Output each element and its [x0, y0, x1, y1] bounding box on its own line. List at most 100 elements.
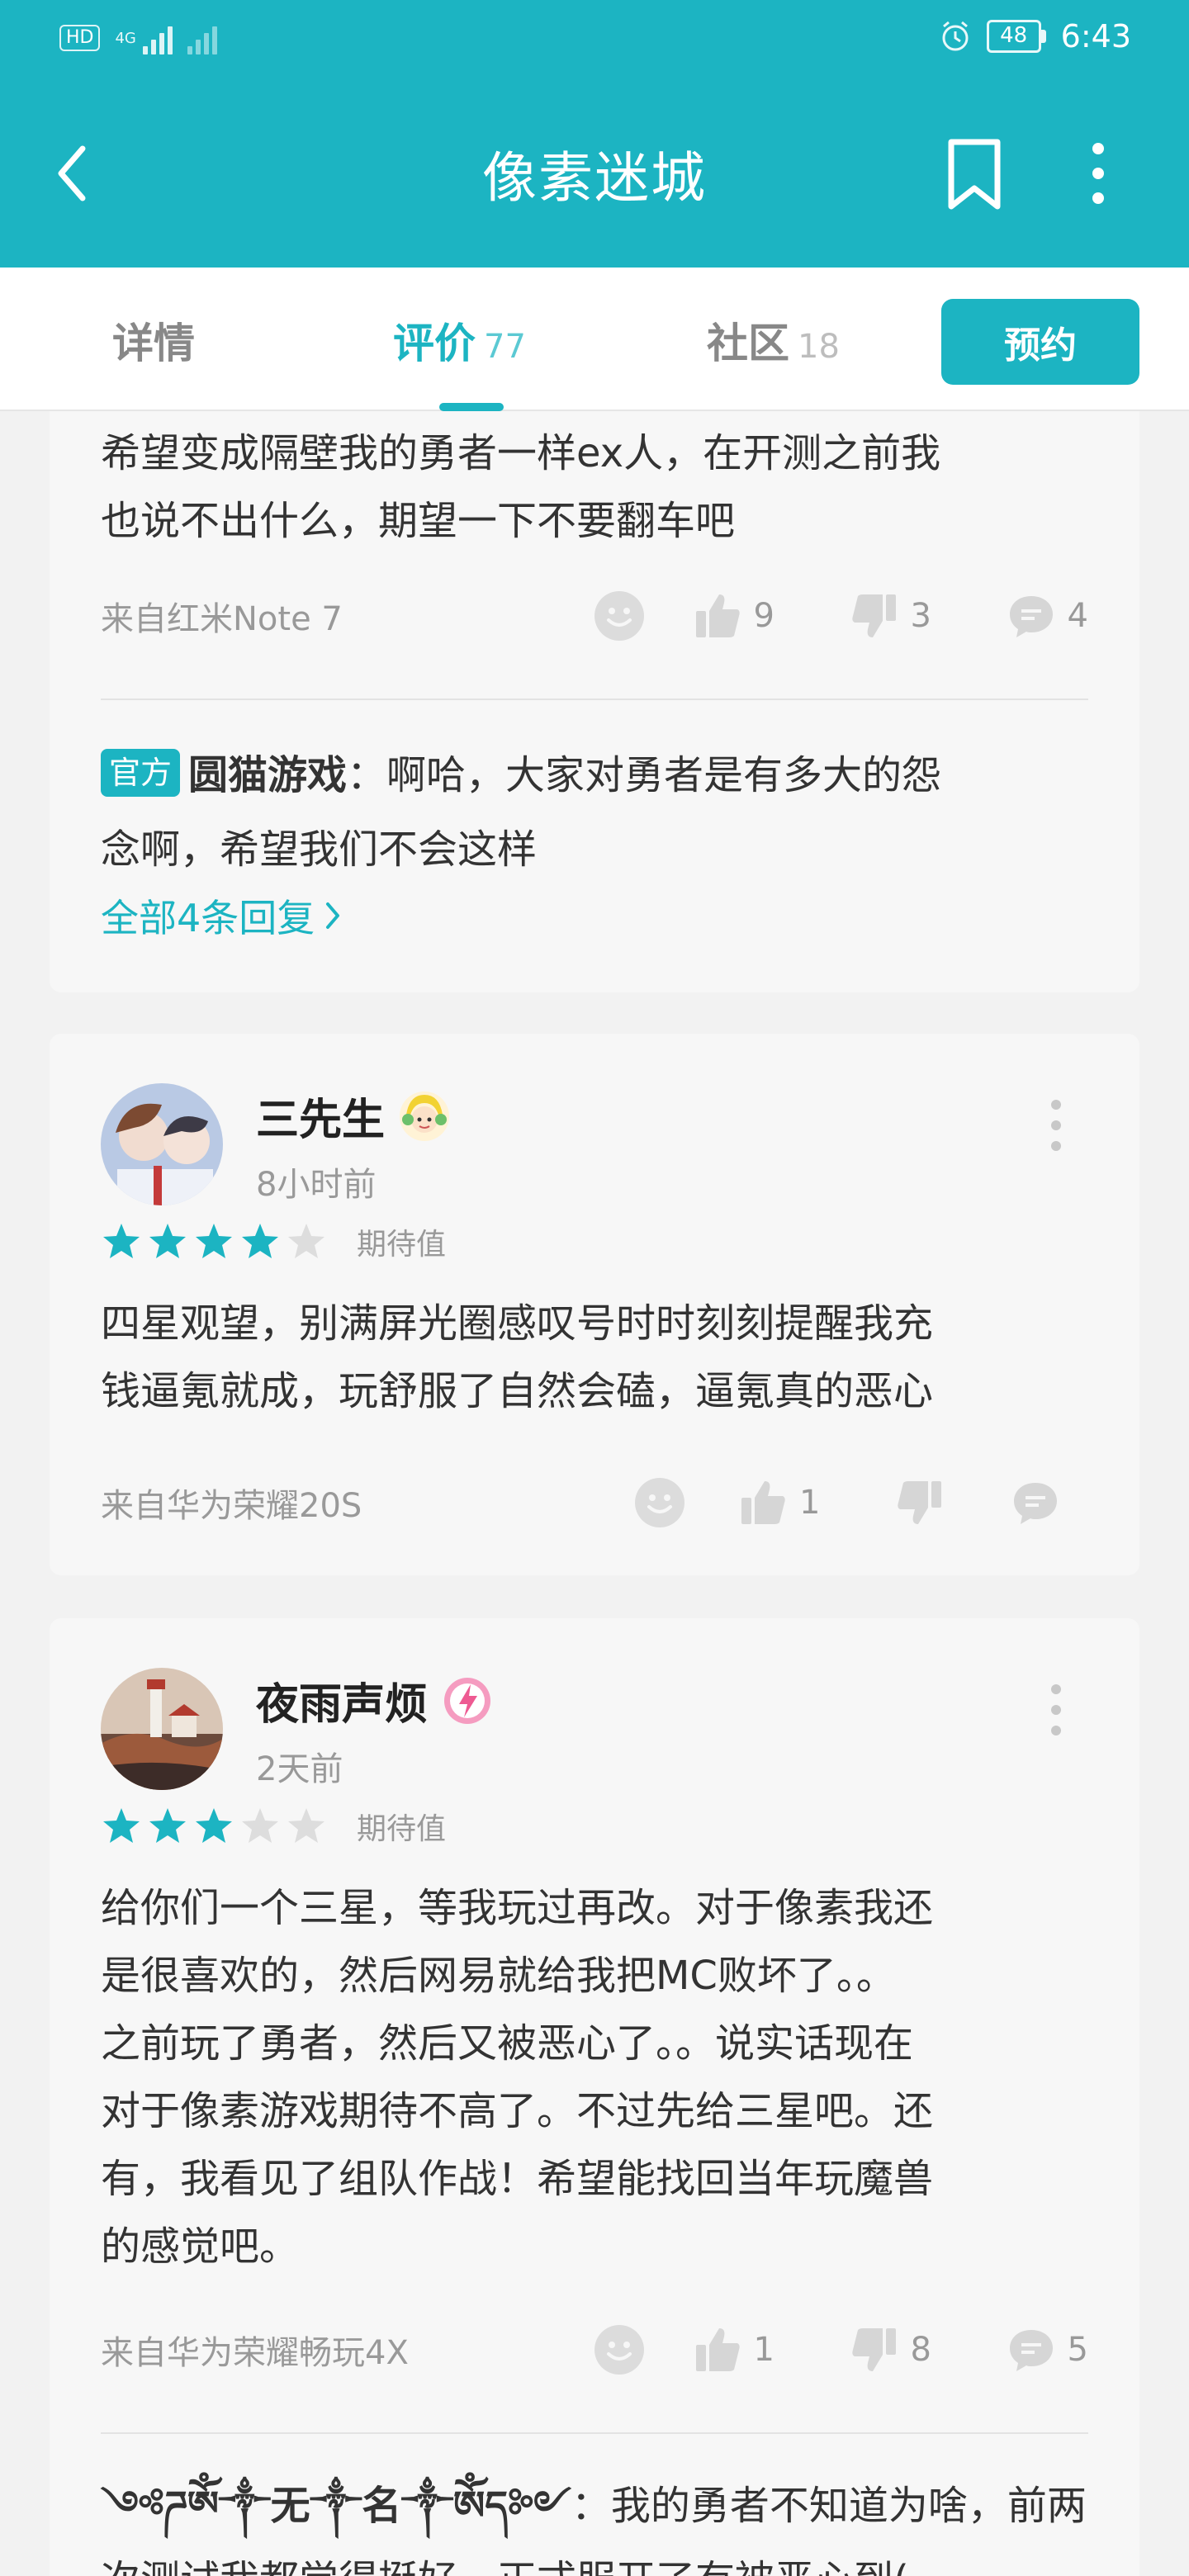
review-meta: 来自华为荣耀畅玩4X 1 8 5 [101, 2325, 1088, 2375]
review-text-line: 给你们一个三星，等我玩过再改。对于像素我还 [101, 1885, 934, 1931]
reply-author[interactable]: 圆猫游戏 [188, 752, 347, 798]
comment-button[interactable]: 5 [1007, 2327, 1088, 2373]
hd-indicator: HD [59, 25, 101, 51]
review-text-line: 四星观望，别满屏光圈感叹号时时刻刻提醒我充 [101, 1300, 934, 1347]
review-text-line: 希望变成隔壁我的勇者一样ex人，在开测之前我 [101, 430, 941, 476]
reply-author[interactable]: ༺ཌༀ༒无༒名༒ༀད༻ [101, 2483, 571, 2529]
reserve-button[interactable]: 预约 [941, 299, 1139, 385]
avatar[interactable] [101, 1083, 223, 1205]
network-type: 4G [115, 29, 136, 47]
emoji-icon [594, 591, 644, 641]
star-rating [101, 1221, 327, 1262]
user-reply[interactable]: ༺ཌༀ༒无༒名༒ༀད༻：我的勇者不知道为啥，前两 次测试我都觉得挺好，正式服开了… [101, 2469, 1088, 2576]
thumbs-up-icon [741, 1481, 785, 1524]
dislike-button[interactable]: 3 [850, 591, 1007, 641]
tab-count: 18 [798, 328, 840, 366]
page-title: 像素迷城 [482, 146, 707, 210]
thumbs-down-icon [851, 2328, 896, 2371]
more-vertical-icon[interactable] [1073, 140, 1123, 206]
rating-row: 期待值 [101, 1219, 446, 1265]
review-card: 希望变成隔壁我的勇者一样ex人，在开测之前我 也说不出什么，期望一下不要翻车吧 … [50, 411, 1139, 992]
alarm-icon [942, 21, 969, 51]
comment-count: 5 [1067, 2331, 1088, 2369]
thumbs-up-icon [695, 2328, 740, 2371]
star-icon [288, 1808, 324, 1843]
avatar[interactable] [101, 1668, 223, 1790]
more-options-icon[interactable] [1044, 1096, 1068, 1154]
divider [101, 698, 1088, 700]
star-icon [103, 1808, 140, 1843]
tab-reviews[interactable]: 评价 77 [393, 310, 526, 370]
reply-line: 官方 圆猫游戏：啊哈，大家对勇者是有多大的怨 [101, 738, 1088, 812]
review-author: 夜雨声烦 2天前 [101, 1668, 1088, 1800]
more-options-icon[interactable] [1044, 1681, 1068, 1739]
status-left: HD 4G [59, 21, 217, 54]
user-badge-icon [444, 1677, 491, 1724]
official-reply[interactable]: 官方 圆猫游戏：啊哈，大家对勇者是有多大的怨 念啊，希望我们不会这样 全部4条回复 [101, 738, 1088, 943]
like-count: 1 [753, 2331, 775, 2369]
review-meta: 来自华为荣耀20S 1 [101, 1478, 1088, 1527]
star-icon [196, 1224, 232, 1258]
emoji-button[interactable] [594, 590, 693, 642]
clock: 6:43 [1060, 18, 1131, 54]
star-icon [103, 1224, 140, 1258]
tab-count: 77 [484, 328, 526, 366]
bookmark-icon[interactable] [941, 137, 1007, 211]
review-time: 8小时前 [256, 1166, 377, 1204]
thumbs-up-icon [695, 594, 740, 637]
reply-text-line: 念啊，希望我们不会这样 [101, 826, 538, 873]
app-header: 像素迷城 [0, 83, 1189, 268]
reply-text: ：我的勇者不知道为啥，前两 [571, 2483, 1087, 2529]
tab-details[interactable]: 详情 [112, 310, 195, 370]
review-text-line: 是很喜欢的，然后网易就给我把MC败坏了。。 [101, 1953, 896, 1999]
dislike-button[interactable] [895, 1478, 1011, 1527]
user-badge-icon [400, 1091, 450, 1141]
username[interactable]: 三先生 [256, 1085, 451, 1147]
review-text-line: 钱逼氪就成，玩舒服了自然会磕，逼氪真的恶心 [101, 1368, 934, 1414]
comment-icon [1009, 2330, 1053, 2371]
review-text-line: 有，我看见了组队作战！希望能找回当年玩魔兽 [101, 2156, 934, 2202]
comment-count: 4 [1067, 597, 1088, 635]
tab-bar: 详情 评价 77 社区 18 预约 [0, 268, 1189, 411]
dislike-count: 3 [910, 597, 931, 635]
device-label: 来自华为荣耀畅玩4X [101, 2334, 409, 2372]
username-text: 三先生 [256, 1096, 386, 1145]
thumbs-down-icon [851, 594, 896, 637]
dislike-button[interactable]: 8 [850, 2325, 1007, 2375]
chevron-right-icon [326, 902, 340, 929]
star-icon [242, 1808, 278, 1843]
username[interactable]: 夜雨声烦 [256, 1669, 494, 1731]
review-author: 三先生 8小时前 [101, 1083, 1088, 1215]
like-button[interactable]: 9 [693, 591, 850, 641]
battery-icon: 48 [986, 20, 1046, 53]
review-text: 给你们一个三星，等我玩过再改。对于像素我还 是很喜欢的，然后网易就给我把MC败坏… [101, 1874, 1088, 2280]
all-replies-link[interactable]: 全部4条回复 [101, 888, 1088, 943]
review-text-line: 对于像素游戏期待不高了。不过先给三星吧。还 [101, 2088, 934, 2134]
emoji-button[interactable] [594, 2324, 693, 2375]
star-icon [196, 1808, 232, 1843]
comment-icon [1014, 1483, 1057, 1524]
like-button[interactable]: 1 [738, 1478, 895, 1527]
username-text: 夜雨声烦 [256, 1680, 429, 1730]
rating-row: 期待值 [101, 1803, 446, 1849]
status-right: 48 6:43 [939, 18, 1131, 54]
comment-icon [1009, 596, 1053, 637]
rating-label: 期待值 [357, 1812, 447, 1846]
signal-icon-secondary [187, 21, 217, 54]
review-feed[interactable]: 希望变成隔壁我的勇者一样ex人，在开测之前我 也说不出什么，期望一下不要翻车吧 … [0, 411, 1189, 2576]
comment-button[interactable] [1011, 1480, 1060, 1526]
device-label: 来自红米Note 7 [101, 600, 343, 638]
review-time: 2天前 [256, 1750, 343, 1788]
comment-button[interactable]: 4 [1007, 593, 1088, 639]
emoji-icon [594, 2325, 644, 2375]
dislike-count: 8 [910, 2331, 931, 2369]
review-text: 希望变成隔壁我的勇者一样ex人，在开测之前我 也说不出什么，期望一下不要翻车吧 [101, 419, 1088, 555]
like-button[interactable]: 1 [693, 2325, 850, 2375]
tab-community[interactable]: 社区 18 [707, 310, 840, 370]
battery-level: 48 [986, 20, 1041, 53]
emoji-icon [635, 1478, 685, 1527]
tab-label: 评价 [393, 320, 476, 367]
emoji-button[interactable] [634, 1477, 738, 1528]
all-replies-label: 全部4条回复 [101, 896, 315, 940]
review-text-line: 的感觉吧。 [101, 2223, 300, 2270]
